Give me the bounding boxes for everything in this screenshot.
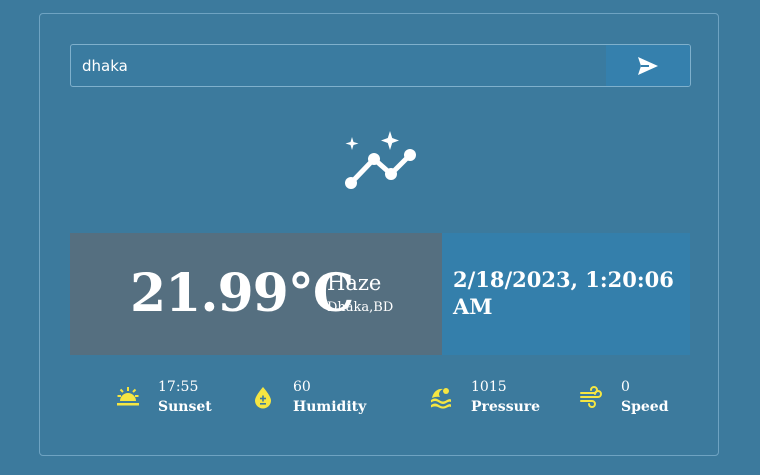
search-button[interactable] [606, 45, 690, 86]
wind-speed-value: 0 [621, 379, 630, 395]
city-search-input[interactable] [71, 45, 606, 86]
humidity-value: 60 [293, 379, 311, 395]
sunset-icon [117, 387, 139, 406]
send-icon [638, 56, 658, 75]
stat-sunset: 17:55 Sunset [116, 377, 212, 417]
temperature: 21.99°C [130, 263, 354, 324]
current-weather-panel: 21.99°C Haze Dhaka,BD [70, 233, 442, 355]
humidity-label: Humidity [293, 399, 367, 415]
location: Dhaka,BD [327, 300, 394, 315]
humidity-icon [255, 387, 271, 409]
pressure-icon [431, 388, 451, 409]
haze-weather-icon [345, 131, 416, 189]
stat-pressure: 1015 Pressure [429, 377, 540, 417]
stat-wind-speed: 0 Speed [579, 377, 669, 417]
pressure-value: 1015 [471, 379, 507, 395]
weather-card: 21.99°C Haze Dhaka,BD 2/18/2023, 1:20:06… [39, 13, 719, 456]
sunset-label: Sunset [158, 399, 212, 415]
wind-icon [580, 386, 602, 408]
search-bar [70, 44, 691, 87]
current-datetime: 2/18/2023, 1:20:06 AM [453, 267, 674, 319]
weather-condition: Haze [327, 271, 382, 295]
sunset-value: 17:55 [158, 379, 199, 395]
stat-humidity: 60 Humidity [251, 377, 366, 417]
datetime-panel: 2/18/2023, 1:20:06 AM [442, 233, 690, 355]
wind-speed-label: Speed [621, 399, 669, 415]
pressure-label: Pressure [471, 399, 541, 415]
